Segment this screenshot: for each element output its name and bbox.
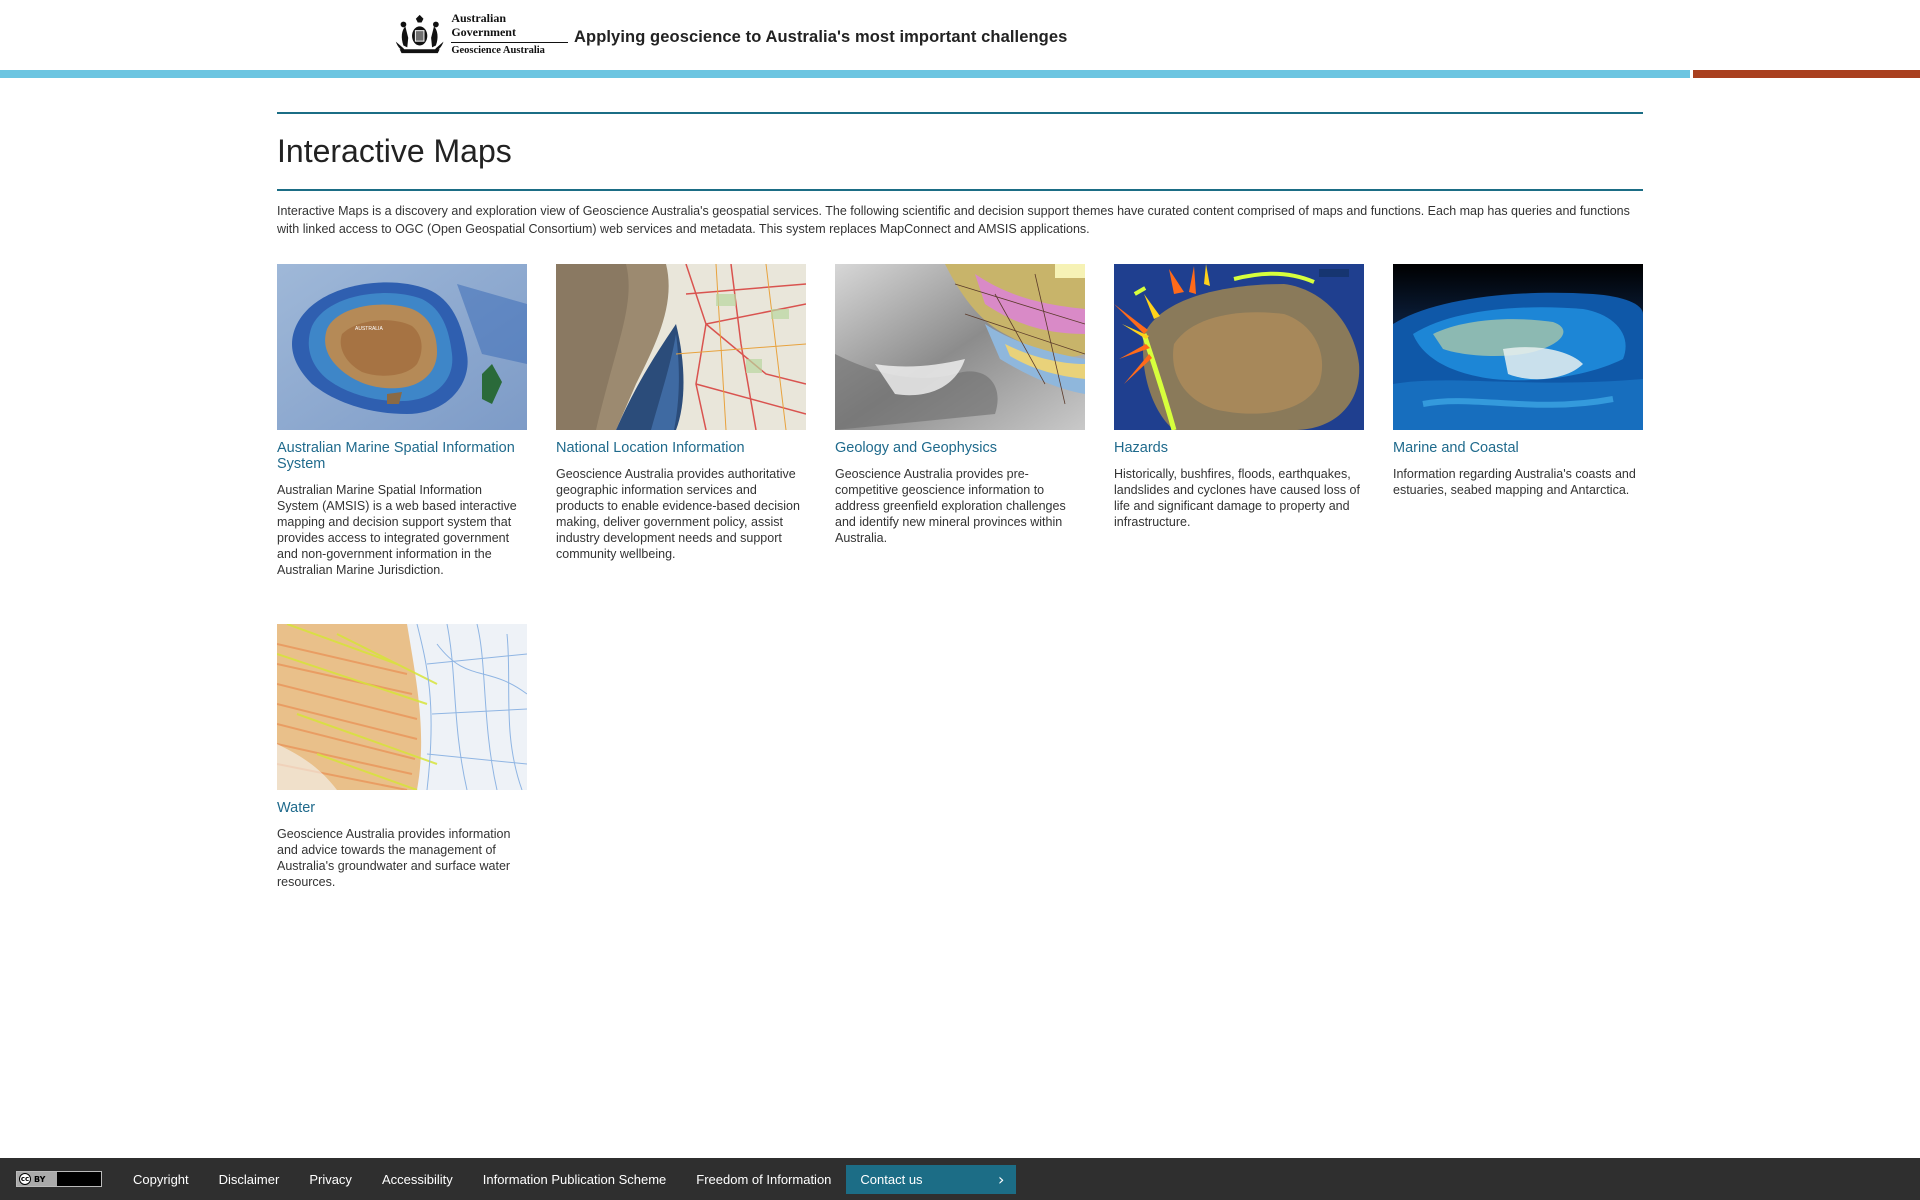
map-description: Geoscience Australia provides pre-compet… <box>835 467 1066 545</box>
site-footer: cc BY Copyright Disclaimer Privacy Acces… <box>0 1158 1920 1200</box>
logo-agency-text: Geoscience Australia <box>451 44 545 56</box>
map-title-link[interactable]: Geology and Geophysics <box>835 440 1085 456</box>
header-accent-bar-red <box>1693 70 1920 78</box>
contact-us-label: Contact us <box>860 1171 923 1187</box>
map-description: Historically, bushfires, floods, earthqu… <box>1114 467 1360 529</box>
map-title-link[interactable]: National Location Information <box>556 440 806 456</box>
map-card-geology: Geology and Geophysics Geoscience Austra… <box>835 264 1085 546</box>
logo-government-text: Australian Government <box>451 11 568 43</box>
map-card-hazards: Hazards Historically, bushfires, floods,… <box>1114 264 1364 530</box>
title-divider-top <box>277 112 1643 114</box>
map-title-link[interactable]: Water <box>277 800 527 816</box>
creative-commons-license-badge[interactable]: cc BY <box>16 1171 102 1187</box>
map-thumbnail-hazards[interactable] <box>1114 264 1364 430</box>
map-description: Geoscience Australia provides informatio… <box>277 827 511 889</box>
footer-nav: Copyright Disclaimer Privacy Accessibili… <box>118 1164 1017 1194</box>
map-thumbnail-national-location[interactable] <box>556 264 806 430</box>
contact-us-button[interactable]: Contact us › <box>846 1164 1017 1194</box>
map-card-national-location: National Location Information Geoscience… <box>556 264 806 562</box>
map-card-amsis: AUSTRALIA Australian Marine Spatial Info… <box>277 264 527 578</box>
map-card-marine-coastal: Marine and Coastal Information regarding… <box>1393 264 1643 498</box>
header-accent-bar <box>0 70 1690 78</box>
footer-link-privacy[interactable]: Privacy <box>309 1172 352 1187</box>
site-header: Australian Government Geoscience Austral… <box>0 0 1920 70</box>
coat-of-arms-icon <box>395 14 444 54</box>
license-by-label: BY <box>34 1174 46 1184</box>
map-thumbnail-marine-coastal[interactable] <box>1393 264 1643 430</box>
site-tagline: Applying geoscience to Australia's most … <box>574 28 1068 46</box>
title-divider-bottom <box>277 189 1643 191</box>
footer-link-information-publication-scheme[interactable]: Information Publication Scheme <box>483 1172 667 1187</box>
map-thumbnail-amsis[interactable]: AUSTRALIA <box>277 264 527 430</box>
creative-commons-icon: cc <box>19 1173 31 1185</box>
thumbnail-map-label: AUSTRALIA <box>355 326 383 332</box>
map-thumbnail-water[interactable] <box>277 624 527 790</box>
map-description: Information regarding Australia's coasts… <box>1393 467 1636 497</box>
map-title-link[interactable]: Australian Marine Spatial Information Sy… <box>277 440 527 472</box>
map-description: Geoscience Australia provides authoritat… <box>556 467 800 561</box>
government-logo[interactable]: Australian Government Geoscience Austral… <box>392 11 568 56</box>
footer-link-copyright[interactable]: Copyright <box>133 1172 189 1187</box>
footer-link-accessibility[interactable]: Accessibility <box>382 1172 453 1187</box>
map-card-water: Water Geoscience Australia provides info… <box>277 624 527 890</box>
map-title-link[interactable]: Marine and Coastal <box>1393 440 1643 456</box>
map-title-link[interactable]: Hazards <box>1114 440 1364 456</box>
map-thumbnail-geology[interactable] <box>835 264 1085 430</box>
page-title: Interactive Maps <box>277 133 512 169</box>
chevron-right-icon: › <box>998 1169 1005 1189</box>
footer-link-freedom-of-information[interactable]: Freedom of Information <box>696 1172 831 1187</box>
footer-link-disclaimer[interactable]: Disclaimer <box>219 1172 280 1187</box>
map-description: Australian Marine Spatial Information Sy… <box>277 483 517 577</box>
page-intro: Interactive Maps is a discovery and expl… <box>277 204 1630 236</box>
